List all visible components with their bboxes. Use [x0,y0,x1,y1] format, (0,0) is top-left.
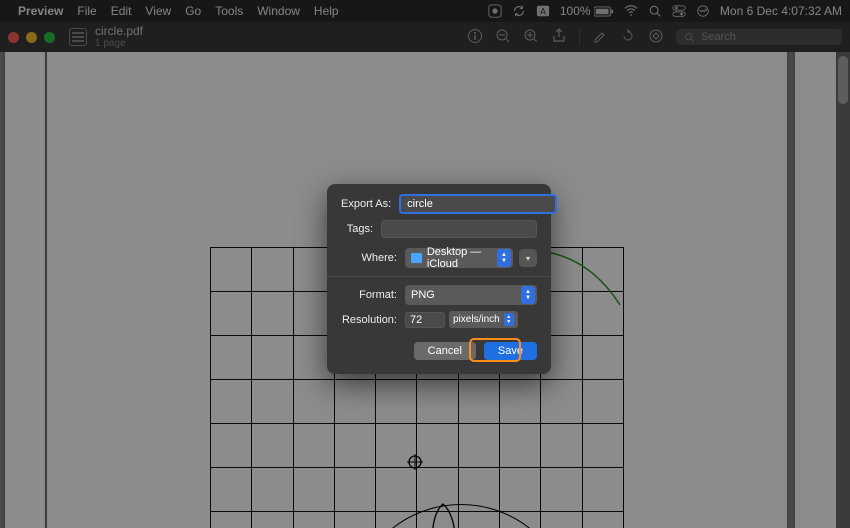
select-arrows-icon: ▲▼ [497,249,511,267]
tags-label: Tags: [341,223,373,235]
export-dialog: Export As: Tags: Where: Desktop — iCloud… [327,184,551,374]
resolution-input[interactable] [405,312,445,328]
format-select[interactable]: PNG ▲▼ [405,285,537,305]
tags-input[interactable] [381,220,537,238]
expand-button[interactable]: ▾ [519,249,537,267]
format-label: Format: [341,289,397,301]
where-label: Where: [341,252,397,264]
modal-overlay-top [0,0,850,52]
resolution-label: Resolution: [341,314,397,326]
export-as-input[interactable] [399,194,557,214]
resolution-unit-select[interactable]: pixels/inch ▲▼ [449,311,518,328]
select-arrows-icon: ▲▼ [521,286,535,304]
where-select[interactable]: Desktop — iCloud ▲▼ [405,248,513,268]
folder-icon [411,253,422,263]
cancel-button[interactable]: Cancel [414,342,476,360]
export-as-label: Export As: [341,198,391,210]
save-button[interactable]: Save [484,342,537,360]
